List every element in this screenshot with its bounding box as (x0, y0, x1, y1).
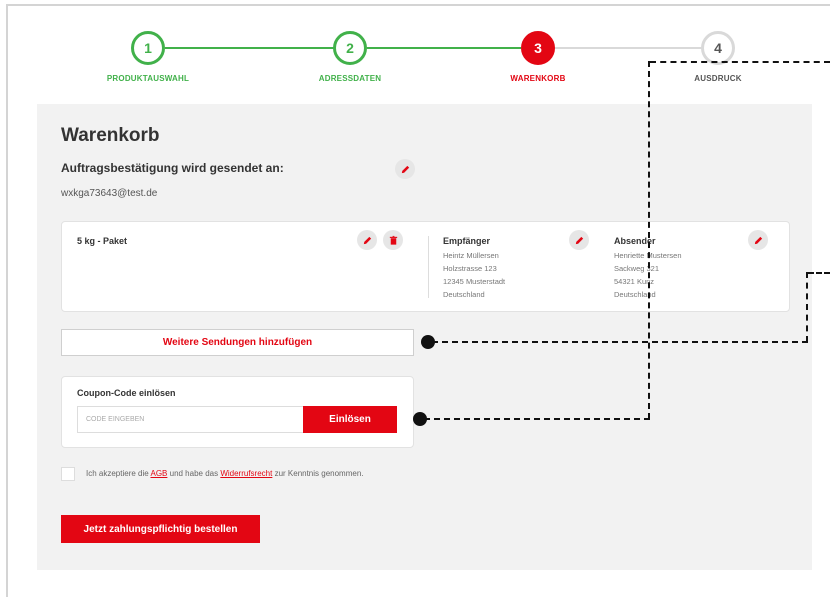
step-connector-2-3 (367, 47, 521, 49)
step-3-number: 3 (534, 40, 542, 56)
pencil-icon (401, 165, 409, 173)
edit-package-button[interactable] (357, 230, 377, 250)
recipient-street: Holzstrasse 123 (443, 264, 497, 273)
edit-sender-button[interactable] (748, 230, 768, 250)
annotation-line-add (432, 341, 808, 343)
step-3-circle: 3 (521, 31, 555, 65)
step-2-number: 2 (346, 40, 354, 56)
terms-middle: und habe das (167, 469, 221, 478)
redeem-coupon-button[interactable]: Einlösen (303, 406, 397, 433)
trash-icon (389, 235, 397, 245)
package-name: 5 kg - Paket (77, 236, 128, 246)
annotation-line-left-vertical (648, 61, 650, 419)
edit-recipient-button[interactable] (569, 230, 589, 250)
place-order-button[interactable]: Jetzt zahlungspflichtig bestellen (61, 515, 260, 543)
annotation-line-right-vertical (806, 272, 808, 342)
step-1-circle[interactable]: 1 (131, 31, 165, 65)
terms-prefix: Ich akzeptiere die (86, 469, 151, 478)
delete-package-button[interactable] (383, 230, 403, 250)
step-connector-1-2 (165, 47, 335, 49)
pencil-icon (575, 236, 583, 244)
terms-checkbox[interactable] (61, 467, 75, 481)
step-connector-3-4 (555, 47, 702, 49)
coupon-title: Coupon-Code einlösen (77, 388, 176, 398)
page-title: Warenkorb (61, 125, 160, 146)
step-4-label: AUSDRUCK (694, 74, 742, 83)
step-1-label: PRODUKTAUSWAHL (106, 74, 190, 83)
widerrufsrecht-link[interactable]: Widerrufsrecht (220, 469, 272, 478)
step-4-circle: 4 (701, 31, 735, 65)
add-shipment-button[interactable]: Weitere Sendungen hinzufügen (61, 329, 414, 356)
pencil-icon (363, 236, 371, 244)
step-2-label: ADRESSDATEN (318, 74, 382, 83)
pencil-icon (754, 236, 762, 244)
shipment-divider (428, 236, 429, 298)
step-2-circle[interactable]: 2 (333, 31, 367, 65)
confirmation-email: wxkga73643@test.de (61, 188, 158, 199)
terms-suffix: zur Kenntnis genommen. (272, 469, 364, 478)
annotation-line-right-top (808, 272, 830, 274)
annotation-line-top (650, 61, 830, 63)
step-3-label: WARENKORB (510, 74, 566, 83)
sender-street: Sackweg 321 (614, 264, 660, 273)
step-1-number: 1 (144, 40, 152, 56)
recipient-name: Heintz Müllersen (443, 251, 499, 260)
recipient-country: Deutschland (443, 290, 485, 299)
confirmation-label: Auftragsbestätigung wird gesendet an: (61, 161, 284, 175)
terms-text: Ich akzeptiere die AGB und habe das Wide… (86, 469, 364, 478)
coupon-input[interactable]: CODE EINGEBEN (77, 406, 304, 433)
recipient-heading: Empfänger (443, 236, 491, 246)
annotation-line-coupon (424, 418, 650, 420)
annotation-dot-add (421, 335, 435, 349)
recipient-city: 12345 Musterstadt (443, 277, 506, 286)
edit-email-button[interactable] (395, 159, 415, 179)
agb-link[interactable]: AGB (150, 469, 167, 478)
step-4-number: 4 (714, 40, 722, 56)
annotation-dot-coupon (413, 412, 427, 426)
shipment-card (61, 221, 790, 312)
